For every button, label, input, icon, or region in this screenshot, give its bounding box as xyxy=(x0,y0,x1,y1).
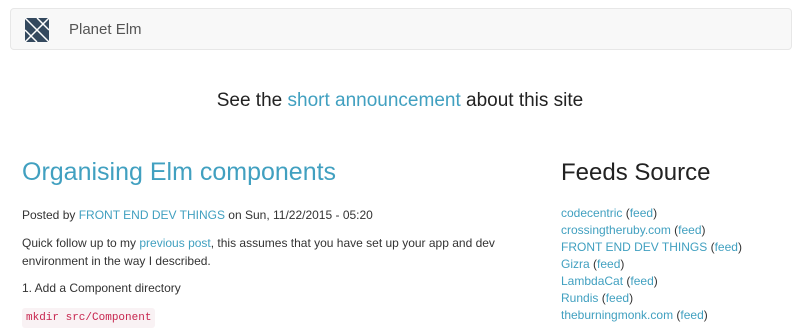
feed-link[interactable]: feed xyxy=(678,223,701,237)
announcement-prefix: See the xyxy=(216,90,288,111)
feed-link[interactable]: feed xyxy=(680,308,703,322)
feed-item: codecentric (feed) xyxy=(561,206,658,220)
announcement: See the short announcement about this si… xyxy=(0,90,800,112)
post-meta: Posted by FRONT END DEV THINGS on Sun, 1… xyxy=(22,207,542,224)
announcement-link[interactable]: short announcement xyxy=(288,90,461,111)
feed-source-link[interactable]: Rundis xyxy=(561,291,598,305)
planet-elm-logo-icon[interactable] xyxy=(24,17,50,43)
feed-source-link[interactable]: LambdaCat xyxy=(561,274,623,288)
post-step-1: 1. Add a Component directory xyxy=(22,281,181,295)
feed-link[interactable]: feed xyxy=(715,240,738,254)
feed-source-link[interactable]: codecentric xyxy=(561,206,622,220)
feed-link[interactable]: feed xyxy=(606,291,629,305)
post-date: on Sun, 11/22/2015 - 05:20 xyxy=(224,208,373,222)
announcement-suffix: about this site xyxy=(460,90,584,111)
brand-link[interactable]: Planet Elm xyxy=(69,21,142,38)
post-body: Quick follow up to my previous post, thi… xyxy=(22,234,542,328)
feed-source-link[interactable]: Gizra xyxy=(561,257,590,271)
feed-item: Gizra (feed) xyxy=(561,257,625,271)
navbar: Planet Elm xyxy=(10,8,792,50)
feed-item: theburningmonk.com (feed) xyxy=(561,308,708,322)
feed-item: crossingtheruby.com (feed) xyxy=(561,223,706,237)
feed-item: FRONT END DEV THINGS (feed) xyxy=(561,240,742,254)
post-intro: Quick follow up to my previous post, thi… xyxy=(22,234,542,270)
feed-source-link[interactable]: theburningmonk.com xyxy=(561,308,673,322)
feed-link[interactable]: feed xyxy=(597,257,620,271)
post-intro-prefix: Quick follow up to my xyxy=(22,236,140,250)
feed-source-link[interactable]: crossingtheruby.com xyxy=(561,223,671,237)
feeds-sidebar: Feeds Source codecentric (feed) crossing… xyxy=(561,158,791,324)
post: Organising Elm components Posted by FRON… xyxy=(22,156,542,328)
feeds-title: Feeds Source xyxy=(561,159,711,186)
feed-list: codecentric (feed) crossingtheruby.com (… xyxy=(561,205,791,324)
post-author-link[interactable]: FRONT END DEV THINGS xyxy=(79,208,225,222)
feed-link[interactable]: feed xyxy=(630,206,653,220)
post-meta-prefix: Posted by xyxy=(22,208,79,222)
code-snippet: mkdir src/Component xyxy=(22,308,156,328)
feed-item: Rundis (feed) xyxy=(561,291,634,305)
feed-item: LambdaCat (feed) xyxy=(561,274,658,288)
feed-link[interactable]: feed xyxy=(630,274,653,288)
feed-source-link[interactable]: FRONT END DEV THINGS xyxy=(561,240,707,254)
post-title-link[interactable]: Organising Elm components xyxy=(22,158,336,186)
previous-post-link[interactable]: previous post xyxy=(139,236,210,250)
